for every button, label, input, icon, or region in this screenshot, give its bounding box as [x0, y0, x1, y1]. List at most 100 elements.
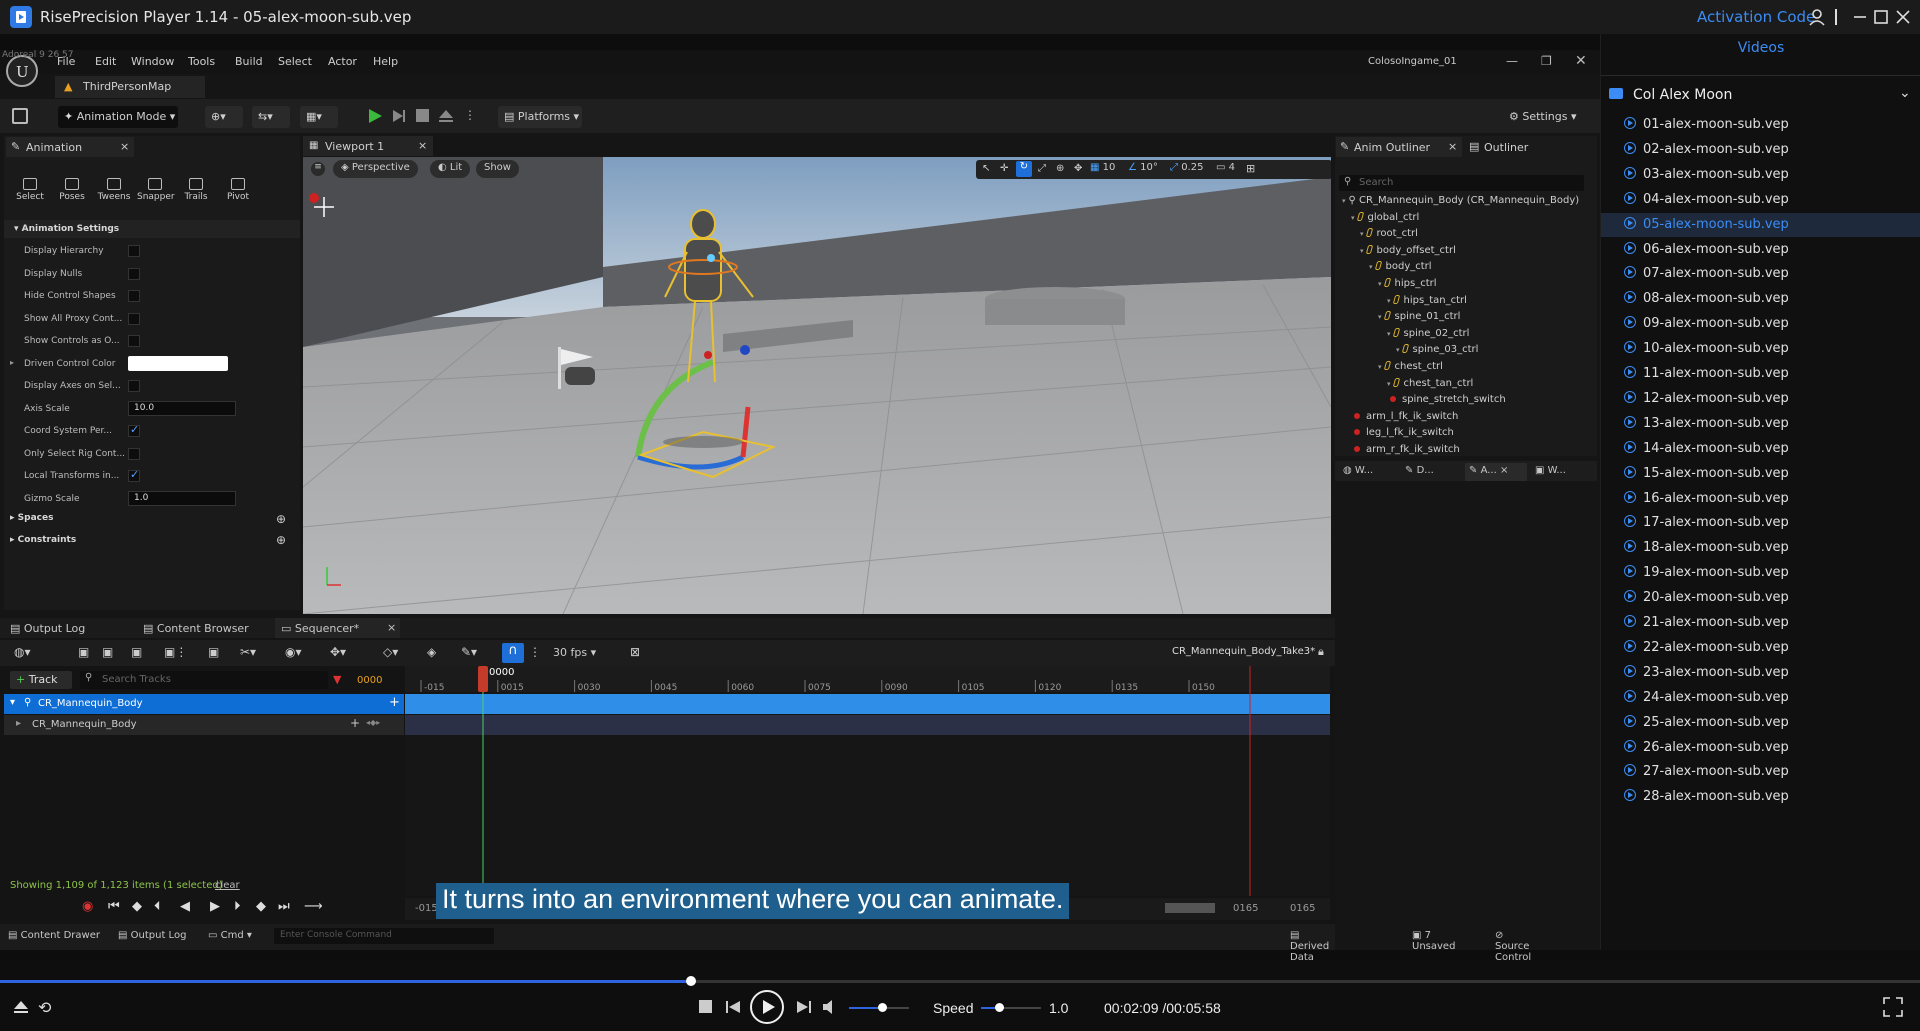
activation-code-link[interactable]: Activation Code — [1697, 8, 1815, 26]
spaces-add-icon[interactable]: ⊕ — [276, 512, 286, 526]
tool-snapper[interactable]: Snapper — [137, 178, 175, 202]
tree-arrow-icon[interactable]: ▾ — [1387, 380, 1391, 388]
ue-restore-icon[interactable]: ❐ — [1541, 54, 1552, 68]
world-icon[interactable]: ⊕ — [1056, 163, 1064, 174]
bottom-tab-3[interactable]: ✎ A... × — [1465, 463, 1527, 481]
filter-icon[interactable]: ▼ — [333, 673, 341, 686]
tool-tweens[interactable]: Tweens — [96, 178, 132, 202]
setting-checkbox[interactable] — [128, 267, 140, 280]
menu-select[interactable]: Select — [278, 55, 312, 68]
menu-actor[interactable]: Actor — [328, 55, 357, 68]
start-field[interactable]: -015 — [415, 903, 438, 914]
video-item[interactable]: 25-alex-moon-sub.vep — [1624, 714, 1789, 737]
outliner-item[interactable]: leg_l_fk_ik_switch — [1351, 427, 1454, 443]
end-field-1[interactable]: 0165 — [1233, 903, 1258, 914]
setting-checkbox[interactable] — [128, 447, 140, 460]
video-item[interactable]: 14-alex-moon-sub.vep — [1624, 440, 1789, 463]
render-icon[interactable]: ▣ — [131, 645, 142, 659]
sequencer-timeline[interactable]: -015 0015 0030 0045 0060 0075 0090 0105 0120 0135… — [405, 666, 1330, 896]
key-nav-icons[interactable]: ◂◆▸ — [366, 718, 380, 727]
video-item[interactable]: 08-alex-moon-sub.vep — [1624, 291, 1789, 313]
output-log-button[interactable]: ▤ Output Log — [118, 930, 186, 941]
jump-start-icon[interactable]: ⏮ — [108, 899, 120, 914]
layout-icon[interactable]: ⊞ — [1246, 162, 1255, 175]
end-field-2[interactable]: 0165 — [1290, 903, 1315, 914]
eject-icon[interactable] — [438, 108, 454, 124]
menu-help[interactable]: Help — [373, 55, 398, 68]
maximize-icon[interactable] — [1871, 7, 1891, 27]
advance-frame-icon[interactable] — [391, 108, 407, 124]
select-mode-icon[interactable]: ↖ — [982, 163, 990, 174]
video-item[interactable]: 17-alex-moon-sub.vep — [1624, 515, 1789, 537]
outliner-item[interactable]: ▾ global_ctrl — [1351, 211, 1419, 228]
video-item[interactable]: 10-alex-moon-sub.vep — [1624, 341, 1789, 363]
expand-arrow-icon[interactable]: ▸ — [10, 358, 14, 367]
speed-handle[interactable] — [995, 1003, 1004, 1012]
source-control-button[interactable]: ⊘ Source Control — [1495, 930, 1531, 963]
tool-select[interactable]: Select — [12, 178, 48, 202]
seq-play-icon[interactable]: ▶ — [210, 899, 220, 914]
outliner-tab[interactable]: ▤ Outliner — [1466, 137, 1566, 157]
curve-editor-icon[interactable]: ⊠ — [630, 645, 640, 659]
viewport-tab[interactable]: ▦ Viewport 1 × — [303, 136, 433, 156]
play-button[interactable] — [750, 990, 784, 1024]
previous-icon[interactable] — [725, 999, 741, 1015]
unsaved-button[interactable]: ▣ 7 Unsaved — [1412, 930, 1455, 952]
outliner-item[interactable]: arm_r_fk_ik_switch — [1351, 444, 1460, 460]
range-scrollbar[interactable] — [1165, 903, 1215, 913]
translate-icon[interactable]: ✛ — [1000, 163, 1008, 174]
sequencer-close-icon[interactable]: × — [387, 621, 396, 634]
outliner-item[interactable]: ▾ body_ctrl — [1369, 261, 1432, 277]
blueprint-button[interactable]: ⇆▾ — [252, 106, 290, 128]
save-sequence-icon[interactable]: ▣ — [78, 645, 89, 659]
video-item[interactable]: 26-alex-moon-sub.vep — [1624, 739, 1789, 762]
anim-outliner-tab[interactable]: ✎ Anim Outliner × — [1336, 137, 1462, 157]
outliner-item[interactable]: ▾ hips_tan_ctrl — [1387, 294, 1467, 311]
tool-trails[interactable]: Trails — [178, 178, 214, 202]
color-swatch[interactable] — [128, 355, 228, 371]
setting-checkbox[interactable] — [128, 290, 140, 302]
video-item[interactable]: 12-alex-moon-sub.vep — [1624, 390, 1789, 413]
setting-checkbox[interactable] — [128, 335, 140, 347]
scale-icon[interactable]: ⤢ — [1038, 163, 1046, 174]
outliner-item[interactable]: spine_stretch_switch — [1387, 394, 1506, 410]
track-row-2[interactable]: ▸ CR_Mannequin_Body + ◂◆▸ — [4, 715, 404, 735]
minimize-icon[interactable] — [1850, 7, 1870, 27]
view-options-icon[interactable]: ◉▾ — [285, 645, 302, 659]
video-item[interactable]: 22-alex-moon-sub.vep — [1624, 639, 1789, 662]
tools-dropdown-icon[interactable]: ✂▾ — [240, 645, 256, 659]
playback-options-icon[interactable]: ✥▾ — [330, 645, 346, 659]
setting-number-input[interactable]: 10.0 — [128, 400, 236, 416]
jump-end-icon[interactable]: ⏭ — [278, 899, 290, 914]
video-item[interactable]: 06-alex-moon-sub.vep — [1624, 241, 1789, 264]
world-settings-icon[interactable]: ◍▾ — [14, 645, 31, 659]
constraints-section[interactable]: ▸ Constraints — [10, 535, 76, 545]
snap-options-icon[interactable]: ⋮ — [529, 645, 541, 659]
video-item[interactable]: 21-alex-moon-sub.vep — [1624, 615, 1789, 637]
platforms-dropdown[interactable]: ▤ Platforms ▾ — [498, 106, 582, 128]
next-frame-icon[interactable]: ⏵ — [234, 899, 241, 914]
outliner-item[interactable]: ▾ chest_ctrl — [1378, 361, 1443, 377]
video-item[interactable]: 02-alex-moon-sub.vep — [1624, 141, 1789, 164]
close-icon[interactable] — [1893, 7, 1913, 27]
video-item[interactable]: 01-alex-moon-sub.vep — [1624, 117, 1789, 139]
outliner-item[interactable]: arm_l_fk_ik_switch — [1351, 411, 1458, 427]
ue-minimize-icon[interactable]: — — [1506, 54, 1518, 68]
settings-dropdown[interactable]: ⚙ Settings ▾ — [1503, 106, 1581, 128]
video-item[interactable]: 09-alex-moon-sub.vep — [1624, 316, 1789, 338]
fullscreen-icon[interactable] — [1882, 996, 1904, 1018]
chevron-down-icon[interactable]: ⌄ — [1899, 85, 1911, 101]
tree-arrow-icon[interactable]: ▾ — [1396, 346, 1400, 354]
animation-tab[interactable]: ✎ Animation × — [6, 137, 134, 157]
cmd-dropdown[interactable]: ▭ Cmd ▾ — [208, 930, 252, 941]
user-icon[interactable] — [1807, 7, 1827, 27]
video-item[interactable]: 27-alex-moon-sub.vep — [1624, 764, 1789, 786]
tree-arrow-icon[interactable]: ▾ — [1360, 230, 1364, 238]
setting-checkbox[interactable] — [128, 312, 140, 325]
animation-tab-close-icon[interactable]: × — [120, 140, 129, 153]
camera-speed-button[interactable]: ▭ 4 — [1216, 162, 1235, 173]
video-item[interactable]: 23-alex-moon-sub.vep — [1624, 664, 1789, 687]
snap-icon[interactable]: ∩ — [502, 643, 524, 663]
outliner-item[interactable]: ▾ spine_02_ctrl — [1387, 327, 1469, 344]
tree-arrow-icon[interactable]: ▾ — [1378, 363, 1382, 371]
